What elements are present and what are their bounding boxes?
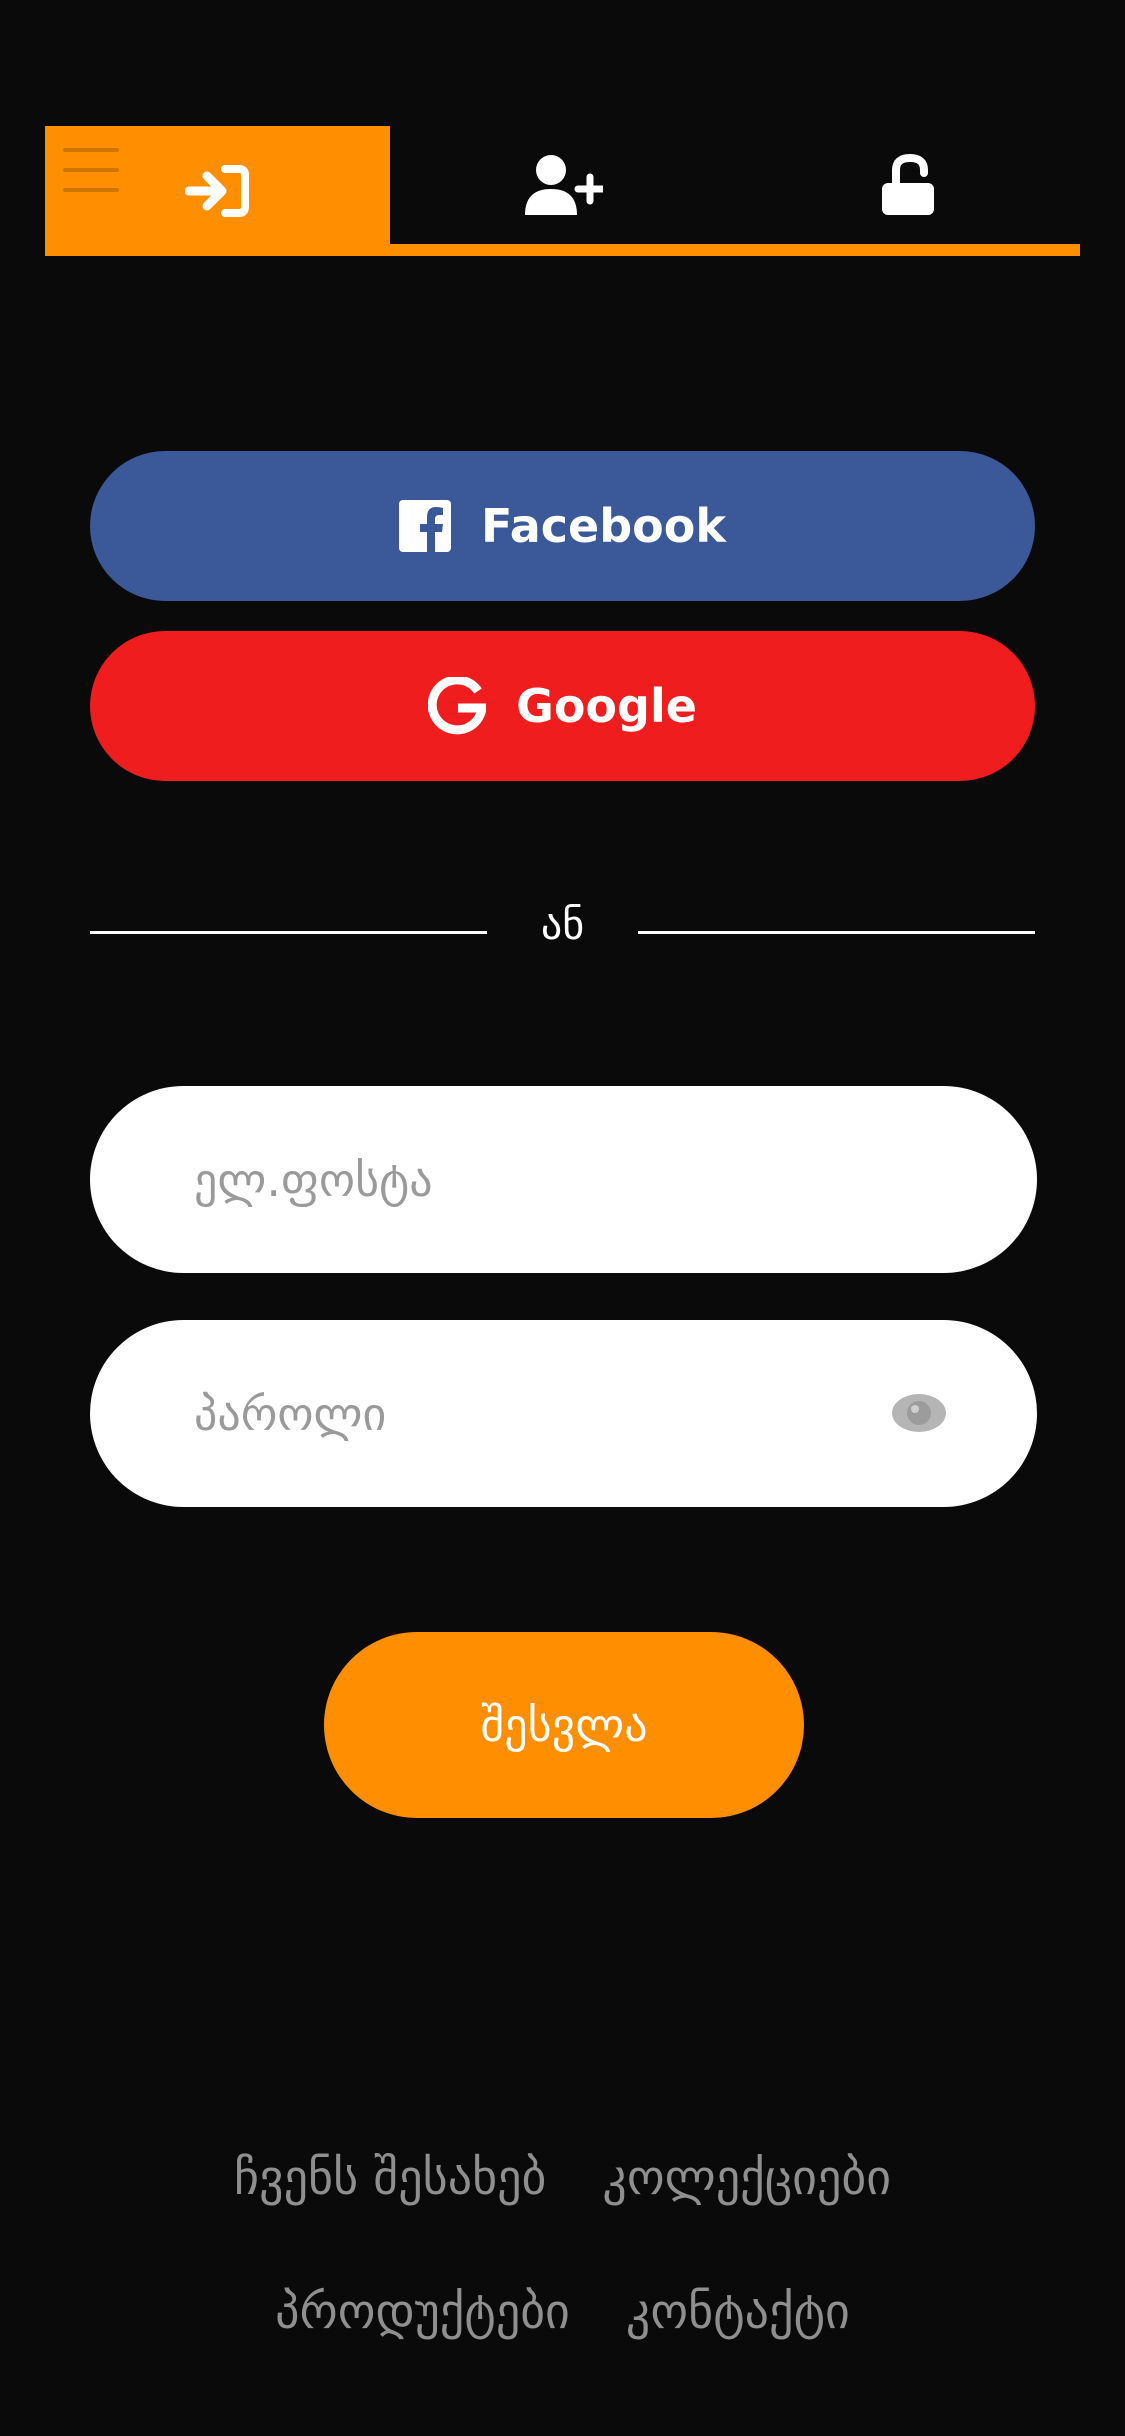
google-login-button[interactable]: Google bbox=[90, 631, 1035, 781]
divider-text: ან bbox=[540, 900, 585, 949]
footer-link-products[interactable]: პროდუქტები bbox=[275, 2284, 570, 2340]
facebook-label: Facebook bbox=[481, 499, 726, 553]
login-submit-button[interactable]: შესვლა bbox=[324, 1632, 804, 1818]
tab-reset-password[interactable] bbox=[735, 126, 1080, 244]
email-field[interactable] bbox=[90, 1086, 1037, 1273]
tab-register[interactable] bbox=[390, 126, 735, 244]
login-button-label: შესვლა bbox=[480, 1698, 648, 1752]
google-icon bbox=[428, 677, 487, 735]
tabs-underline bbox=[45, 244, 1080, 256]
facebook-icon bbox=[399, 500, 452, 552]
sign-in-icon bbox=[184, 165, 249, 217]
user-plus-icon bbox=[524, 155, 603, 215]
email-input[interactable] bbox=[194, 1086, 894, 1273]
facebook-login-button[interactable]: Facebook bbox=[90, 451, 1035, 601]
google-label: Google bbox=[516, 679, 697, 733]
footer-link-collections[interactable]: კოლექციები bbox=[602, 2150, 891, 2206]
password-input[interactable] bbox=[194, 1320, 894, 1507]
footer-link-about[interactable]: ჩვენს შესახებ bbox=[234, 2150, 546, 2206]
or-divider: ან bbox=[90, 890, 1035, 960]
unlock-icon bbox=[881, 153, 934, 215]
tab-login[interactable] bbox=[45, 126, 390, 256]
footer-links-row-2: პროდუქტები კონტაქტი bbox=[0, 2284, 1125, 2340]
footer-link-contact[interactable]: კონტაქტი bbox=[626, 2284, 850, 2340]
hamburger-menu-icon[interactable] bbox=[63, 148, 119, 212]
eye-icon[interactable] bbox=[891, 1392, 947, 1434]
footer-links-row-1: ჩვენს შესახებ კოლექციები bbox=[0, 2150, 1125, 2206]
password-field[interactable] bbox=[90, 1320, 1037, 1507]
auth-tabs bbox=[45, 126, 1080, 256]
divider-line-right bbox=[638, 931, 1035, 934]
